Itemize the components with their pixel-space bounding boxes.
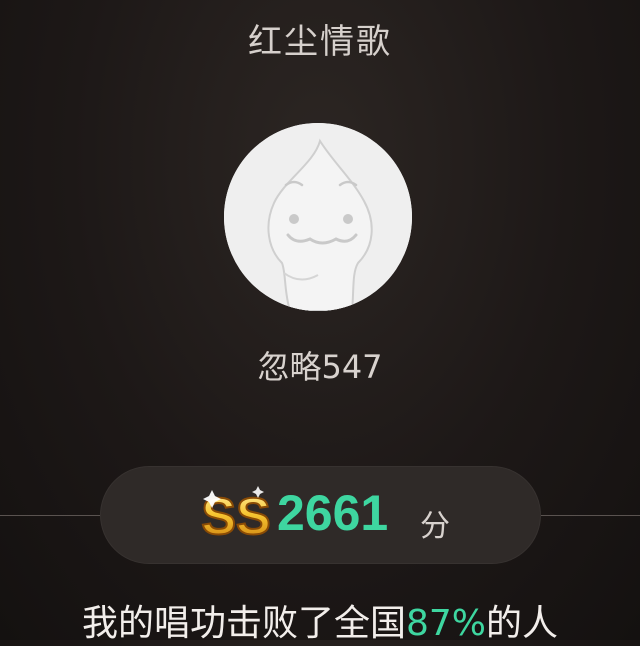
result-suffix: 的人 xyxy=(486,603,559,644)
result-prefix: 我的唱功击败了全国 xyxy=(81,603,406,644)
song-title: 红尘情歌 xyxy=(248,22,392,62)
score-unit: 分 xyxy=(420,509,450,544)
divider-right xyxy=(541,515,640,516)
score-value: 2661 xyxy=(277,485,389,541)
user-avatar[interactable] xyxy=(224,123,412,311)
result-percent: 87% xyxy=(405,603,486,644)
result-text: 我的唱功击败了全国87%的人 xyxy=(0,594,640,646)
user-nickname: 忽略547 xyxy=(257,348,383,386)
ss-grade-badge-icon: SS xyxy=(200,480,272,546)
default-avatar-icon xyxy=(224,123,412,311)
divider-left xyxy=(0,515,100,516)
